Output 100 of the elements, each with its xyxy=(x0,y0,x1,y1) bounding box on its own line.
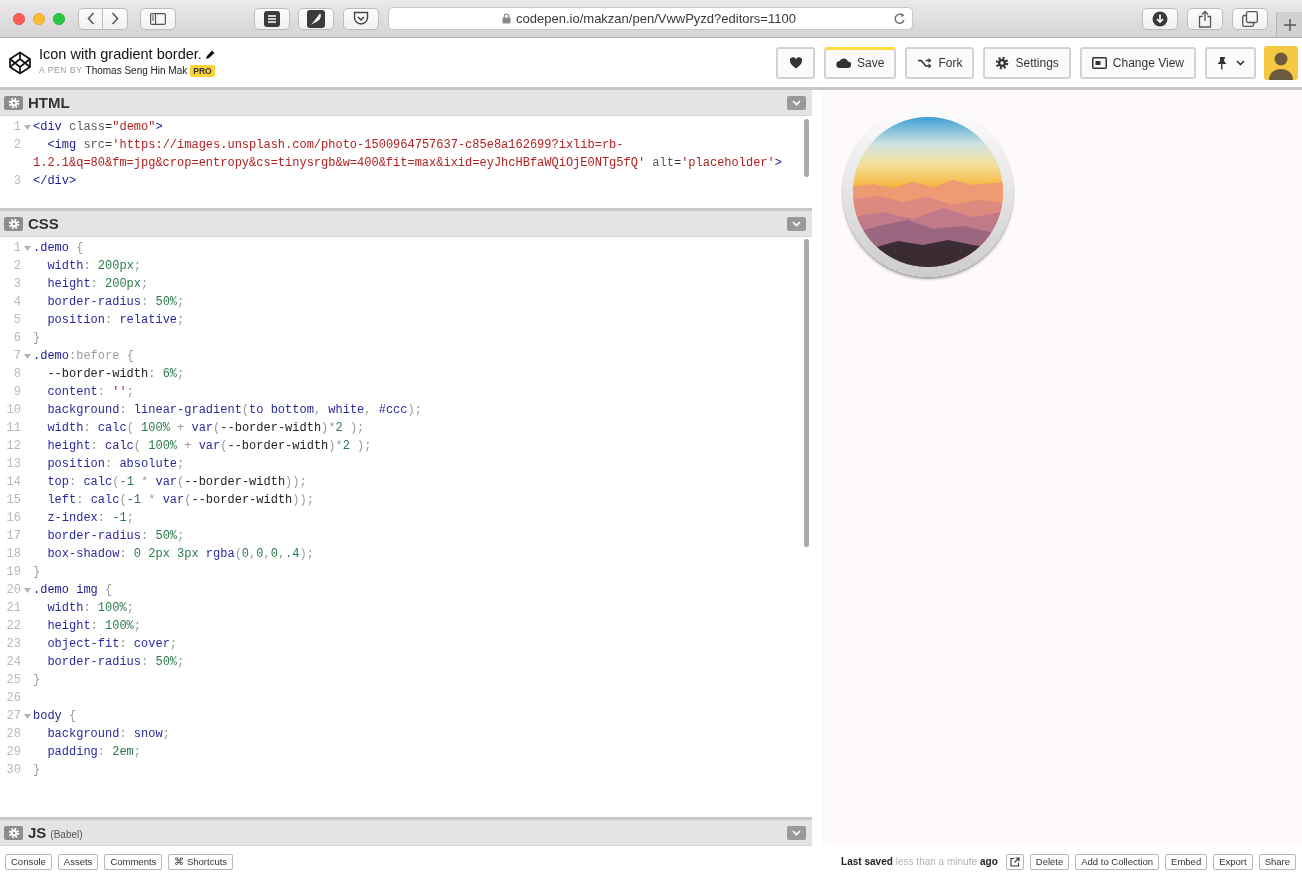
code-line: </div> xyxy=(33,173,77,190)
shield-chevron-icon xyxy=(353,11,369,26)
line-number: 6 xyxy=(12,330,21,347)
download-icon xyxy=(1152,10,1168,27)
extension-button[interactable] xyxy=(254,7,290,30)
new-tab-button[interactable] xyxy=(1276,12,1302,37)
code-line: padding: 2em; xyxy=(46,744,142,761)
line-number: 22 xyxy=(5,618,21,635)
footer-button[interactable]: Export xyxy=(1213,853,1253,870)
code-line: <div class="demo"> xyxy=(33,119,163,136)
external-link-button[interactable] xyxy=(1005,853,1024,870)
address-bar[interactable]: codepen.io/makzan/pen/VwwPyzd?editors=1100 xyxy=(388,7,913,30)
settings-button[interactable]: Settings xyxy=(983,46,1071,79)
heart-icon xyxy=(788,56,803,69)
pin-menu-button[interactable] xyxy=(1205,46,1256,79)
code-line: 1.2.1&q=80&fm=jpg&crop=entropy&cs=tinysrgb&w=400&fit=max&ixid=eyJhcHBfaWQiOjE0NTg5fQ' alt='placeholder'> xyxy=(33,155,782,172)
line-number: 8 xyxy=(12,366,21,383)
footer-button[interactable]: ⌘ Shortcuts xyxy=(168,853,234,870)
change-view-button[interactable]: Change View xyxy=(1079,46,1196,79)
line-number: 13 xyxy=(5,456,21,473)
collapse-button[interactable] xyxy=(787,95,806,110)
code-line: height: 100%; xyxy=(46,618,142,635)
external-link-icon xyxy=(1009,856,1020,867)
last-saved-text: Last saved less than a minute ago xyxy=(841,855,998,869)
byline-label: A PEN BY xyxy=(39,64,83,77)
footer-button[interactable]: Console xyxy=(5,853,52,870)
line-number: 23 xyxy=(5,636,21,653)
line-number: 15 xyxy=(5,492,21,509)
code-line: border-radius: 50%; xyxy=(46,528,185,545)
fold-arrow-icon[interactable] xyxy=(23,124,31,130)
extension-button[interactable] xyxy=(343,7,379,30)
code-line: border-radius: 50%; xyxy=(46,654,185,671)
close-window-icon[interactable] xyxy=(13,12,25,25)
tabs-icon xyxy=(1242,10,1258,27)
code-line: background: snow; xyxy=(46,726,170,743)
editor-settings-button[interactable] xyxy=(4,825,23,840)
share-icon xyxy=(1198,9,1212,28)
save-button[interactable]: Save xyxy=(824,46,897,79)
line-number: 29 xyxy=(5,744,21,761)
fold-arrow-icon[interactable] xyxy=(23,353,31,359)
code-line: content: ''; xyxy=(46,384,134,401)
code-line: width: 200px; xyxy=(46,258,142,275)
code-line: left: calc(-1 * var(--border-width)); xyxy=(46,492,314,509)
window-icon xyxy=(1091,56,1107,69)
author-link[interactable]: Thomas Seng Hin Mak xyxy=(85,63,188,78)
line-number: 27 xyxy=(5,708,21,725)
line-number: 30 xyxy=(5,762,21,779)
tabs-button[interactable] xyxy=(1232,7,1268,30)
line-number: 3 xyxy=(12,276,21,293)
code-line: .demo img { xyxy=(33,582,113,599)
reload-icon[interactable] xyxy=(893,11,906,26)
code-line: .demo { xyxy=(33,240,84,257)
code-line: box-shadow: 0 2px 3px rgba(0,0,0,.4); xyxy=(46,546,314,563)
fold-arrow-icon[interactable] xyxy=(23,713,31,719)
editor-title: JS xyxy=(28,823,47,842)
cube-logo-icon[interactable] xyxy=(8,50,32,75)
line-number: 4 xyxy=(12,294,21,311)
fold-arrow-icon[interactable] xyxy=(23,245,31,251)
code-line: .demo:before { xyxy=(33,348,134,365)
fork-button[interactable]: Fork xyxy=(905,46,975,79)
user-avatar[interactable] xyxy=(1264,45,1298,80)
plus-icon xyxy=(1283,18,1296,31)
editor-settings-button[interactable] xyxy=(4,95,23,110)
line-number: 17 xyxy=(5,528,21,545)
footer-button[interactable]: Delete xyxy=(1029,853,1070,870)
chevron-left-icon xyxy=(86,12,95,25)
footer-button[interactable]: Share xyxy=(1258,853,1296,870)
footer-button[interactable]: Assets xyxy=(57,853,99,870)
code-line: background: linear-gradient(to bottom, white, #ccc); xyxy=(46,402,422,419)
zoom-window-icon[interactable] xyxy=(53,12,65,25)
back-button[interactable] xyxy=(78,7,103,30)
footer-button[interactable]: Add to Collection xyxy=(1075,853,1160,870)
line-number: 5 xyxy=(12,312,21,329)
line-number: 26 xyxy=(5,690,21,707)
line-number: 20 xyxy=(5,582,21,599)
sidebar-button[interactable] xyxy=(140,7,176,30)
code-line: position: absolute; xyxy=(46,456,185,473)
fold-arrow-icon[interactable] xyxy=(23,587,31,593)
forward-button[interactable] xyxy=(103,7,128,30)
pencil-icon[interactable] xyxy=(205,49,215,59)
line-number: 28 xyxy=(5,726,21,743)
collapse-button[interactable] xyxy=(787,216,806,231)
gear-icon xyxy=(7,217,20,230)
code-line: border-radius: 50%; xyxy=(46,294,185,311)
code-line: position: relative; xyxy=(46,312,185,329)
code-line: } xyxy=(33,330,41,347)
extension-button[interactable] xyxy=(298,7,334,30)
collapse-button[interactable] xyxy=(787,825,806,840)
pro-label: PRO xyxy=(190,64,215,77)
footer-button[interactable]: Comments xyxy=(104,853,163,870)
share-button[interactable] xyxy=(1187,7,1223,30)
editor-settings-button[interactable] xyxy=(4,216,23,231)
sidebar-icon xyxy=(150,12,166,25)
pen-title[interactable]: Icon with gradient border. xyxy=(39,45,202,63)
scrollbar-thumb[interactable] xyxy=(804,119,809,177)
scrollbar-thumb[interactable] xyxy=(804,239,809,547)
like-button[interactable] xyxy=(776,46,816,79)
editor-note: (Babel) xyxy=(50,827,83,842)
download-button[interactable] xyxy=(1142,7,1178,30)
footer-button[interactable]: Embed xyxy=(1165,853,1208,870)
